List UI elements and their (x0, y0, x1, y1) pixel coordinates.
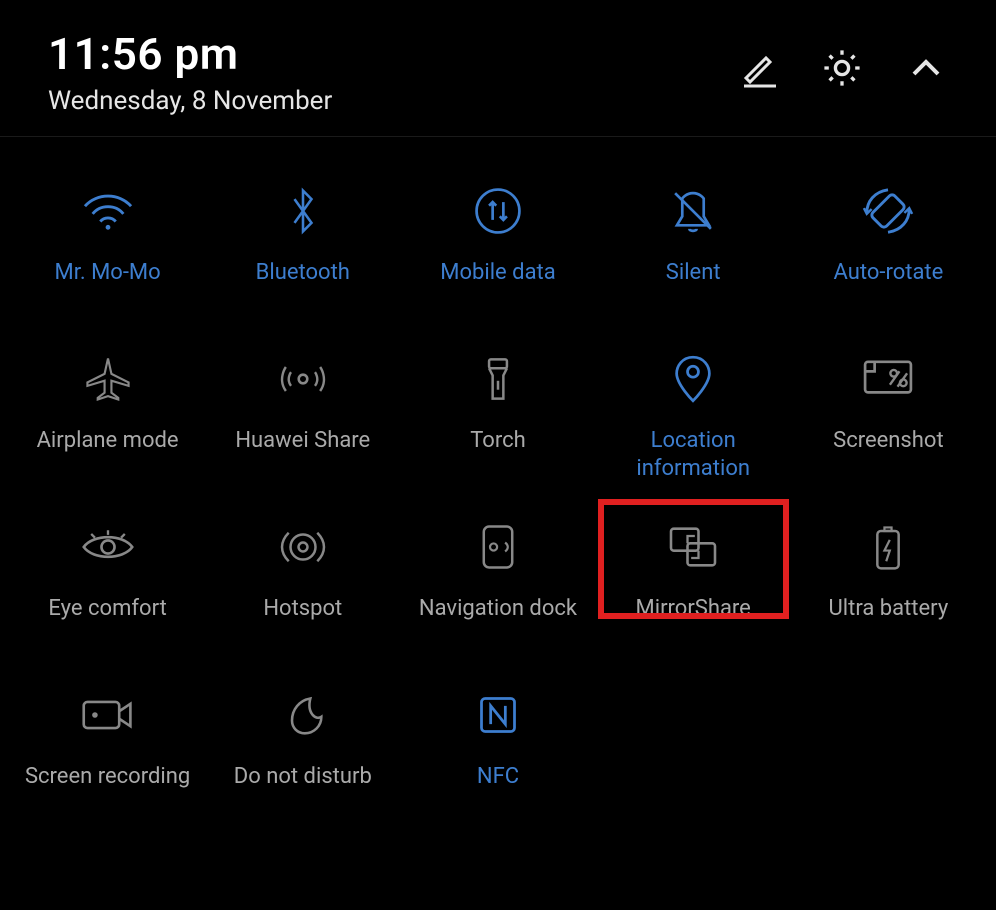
screenshot-icon (861, 349, 915, 409)
header-actions (736, 46, 948, 90)
tile-screenshot[interactable]: Screenshot (791, 325, 986, 493)
wifi-icon (79, 181, 137, 241)
tile-navigation-dock[interactable]: Navigation dock (400, 493, 595, 661)
gear-icon[interactable] (820, 46, 864, 90)
tile-do-not-disturb[interactable]: Do not disturb (205, 661, 400, 829)
quick-settings-grid: Mr. Mo-Mo Bluetooth Mobile data Silent A… (0, 137, 996, 829)
moon-icon (281, 685, 325, 745)
tile-label: Location information (600, 427, 787, 482)
tile-hotspot[interactable]: Hotspot (205, 493, 400, 661)
huawei-share-icon (277, 349, 329, 409)
tile-ultra-battery[interactable]: Ultra battery (791, 493, 986, 661)
tile-bluetooth[interactable]: Bluetooth (205, 157, 400, 325)
clock-date: Wednesday, 8 November (48, 86, 332, 116)
tile-label: Airplane mode (33, 427, 183, 455)
tile-label: Torch (466, 427, 530, 455)
tile-label: Bluetooth (252, 259, 354, 287)
nfc-icon (476, 685, 520, 745)
tile-label: Huawei Share (231, 427, 374, 455)
silent-icon (668, 181, 718, 241)
tile-airplane-mode[interactable]: Airplane mode (10, 325, 205, 493)
edit-icon[interactable] (736, 46, 780, 90)
airplane-icon (84, 349, 132, 409)
tile-silent[interactable]: Silent (596, 157, 791, 325)
tile-label: Ultra battery (825, 595, 953, 623)
header-left: 11:56 pm Wednesday, 8 November (48, 28, 332, 116)
battery-icon (872, 517, 904, 577)
tile-screen-recording[interactable]: Screen recording (10, 661, 205, 829)
tile-eye-comfort[interactable]: Eye comfort (10, 493, 205, 661)
tile-label: Do not disturb (230, 763, 376, 791)
chevron-up-icon[interactable] (904, 46, 948, 90)
navigation-dock-icon (480, 517, 516, 577)
hotspot-icon (278, 517, 328, 577)
tile-label: NFC (473, 763, 523, 791)
screen-recording-icon (80, 685, 136, 745)
mirrorshare-icon (667, 517, 719, 577)
tile-label: Mobile data (436, 259, 559, 287)
tile-mobile-data[interactable]: Mobile data (400, 157, 595, 325)
tile-label: Screenshot (829, 427, 948, 455)
tile-nfc[interactable]: NFC (400, 661, 595, 829)
tile-wifi[interactable]: Mr. Mo-Mo (10, 157, 205, 325)
bluetooth-icon (286, 181, 320, 241)
mobile-data-icon (473, 181, 523, 241)
header: 11:56 pm Wednesday, 8 November (0, 0, 996, 137)
tile-auto-rotate[interactable]: Auto-rotate (791, 157, 986, 325)
tile-huawei-share[interactable]: Huawei Share (205, 325, 400, 493)
tile-label: Screen recording (21, 763, 194, 791)
tile-label: Hotspot (259, 595, 346, 623)
tile-location[interactable]: Location information (596, 325, 791, 493)
tile-mirrorshare[interactable]: MirrorShare (596, 493, 791, 661)
eye-icon (80, 517, 136, 577)
tile-label: MirrorShare (632, 595, 755, 623)
location-icon (673, 349, 713, 409)
clock-time: 11:56 pm (48, 28, 332, 80)
torch-icon (480, 349, 516, 409)
auto-rotate-icon (861, 181, 915, 241)
tile-label: Navigation dock (415, 595, 581, 623)
tile-torch[interactable]: Torch (400, 325, 595, 493)
tile-label: Eye comfort (44, 595, 170, 623)
tile-label: Silent (662, 259, 725, 287)
tile-label: Auto-rotate (829, 259, 947, 287)
tile-label: Mr. Mo-Mo (51, 259, 165, 287)
